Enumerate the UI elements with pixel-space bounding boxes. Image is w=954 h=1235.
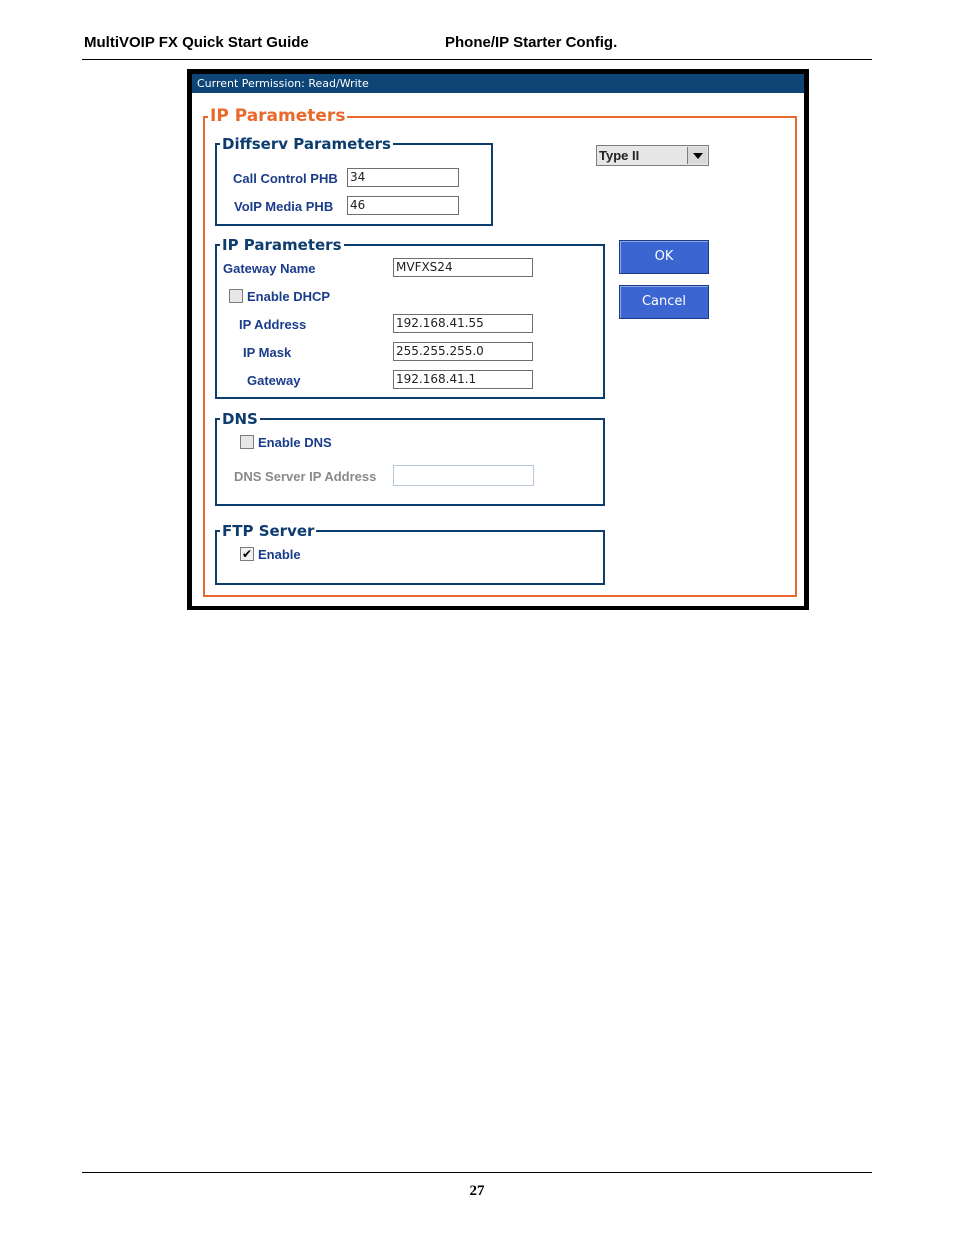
diffserv-type-select[interactable]: Type II	[596, 145, 709, 166]
ok-button[interactable]: OK	[619, 240, 709, 274]
doc-header-title: MultiVOIP FX Quick Start Guide	[84, 34, 309, 51]
enable-dhcp-label: Enable DHCP	[247, 289, 331, 304]
call-control-phb-label: Call Control PHB	[233, 171, 338, 186]
call-control-phb-input[interactable]: 34	[347, 168, 459, 187]
header-rule	[82, 59, 872, 60]
dns-legend: DNS	[220, 410, 260, 428]
ftp-enable-checkbox[interactable]: ✔	[240, 547, 254, 561]
voip-media-phb-input[interactable]: 46	[347, 196, 459, 215]
chevron-down-icon[interactable]	[687, 147, 707, 164]
enable-dns-label: Enable DNS	[258, 435, 332, 450]
ip-address-input[interactable]: 192.168.41.55	[393, 314, 533, 333]
page-number: 27	[469, 1183, 485, 1199]
cancel-button[interactable]: Cancel	[619, 285, 709, 319]
enable-dhcp-checkbox[interactable]	[229, 289, 243, 303]
gateway-label: Gateway	[247, 373, 301, 388]
enable-dns-checkbox[interactable]	[240, 435, 254, 449]
gateway-input[interactable]: 192.168.41.1	[393, 370, 533, 389]
dns-server-ip-input[interactable]	[393, 465, 534, 486]
ip-mask-label: IP Mask	[243, 345, 292, 360]
permission-status-bar: Current Permission: Read/Write	[192, 74, 804, 93]
gateway-name-input[interactable]: MVFXS24	[393, 258, 533, 277]
gateway-name-label: Gateway Name	[223, 261, 316, 276]
checkmark-icon: ✔	[241, 547, 253, 561]
ip-mask-input[interactable]: 255.255.255.0	[393, 342, 533, 361]
diffserv-legend: Diffserv Parameters	[220, 135, 393, 153]
doc-header-section: Phone/IP Starter Config.	[445, 34, 618, 51]
diffserv-type-value: Type II	[599, 148, 640, 163]
footer-rule	[82, 1172, 872, 1173]
dns-server-ip-label: DNS Server IP Address	[234, 469, 377, 484]
ftp-enable-label: Enable	[258, 547, 301, 562]
voip-media-phb-label: VoIP Media PHB	[234, 199, 334, 214]
ftp-server-legend: FTP Server	[220, 522, 317, 540]
ip-address-label: IP Address	[239, 317, 307, 332]
dns-group	[215, 418, 605, 506]
ip-parameters-legend: IP Parameters	[220, 236, 344, 254]
ip-parameters-outer-legend: IP Parameters	[208, 106, 348, 126]
